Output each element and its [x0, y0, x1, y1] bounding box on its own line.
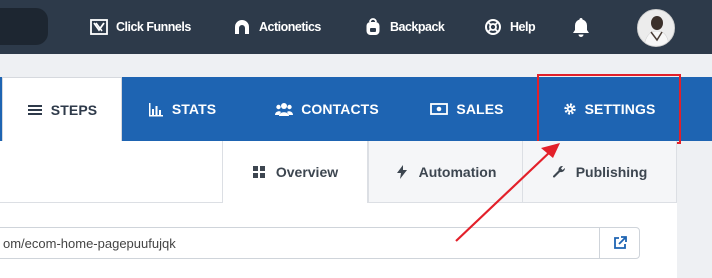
- tab-contacts[interactable]: CONTACTS: [252, 77, 402, 141]
- subtab-label: Automation: [418, 163, 497, 180]
- nav-label: Click Funnels: [116, 20, 191, 34]
- user-avatar[interactable]: [637, 9, 675, 47]
- tab-label: SALES: [456, 101, 504, 117]
- lifebuoy-icon: [485, 19, 501, 35]
- funnel-url-text: om/ecom-home-pagepuufujqk: [3, 235, 176, 251]
- funnel-url-field[interactable]: om/ecom-home-pagepuufujqk: [0, 227, 600, 259]
- tab-label: STEPS: [50, 101, 98, 118]
- money-icon: [430, 103, 449, 115]
- subtab-overview[interactable]: Overview: [222, 141, 368, 203]
- search-box[interactable]: [0, 8, 48, 45]
- nav-actionetics[interactable]: Actionetics: [233, 0, 321, 54]
- external-link-icon: [613, 236, 627, 249]
- tab-label: CONTACTS: [301, 101, 379, 117]
- nav-label: Backpack: [390, 20, 445, 34]
- nav-label: Actionetics: [259, 20, 321, 34]
- clickfunnels-logo-icon: [90, 19, 108, 35]
- avatar-image: [638, 10, 674, 46]
- tab-sales[interactable]: SALES: [412, 77, 522, 141]
- bell-icon[interactable]: [570, 16, 592, 38]
- nav-click-funnels[interactable]: Click Funnels: [90, 0, 191, 54]
- nav-label: Help: [510, 20, 536, 34]
- open-url-button[interactable]: [599, 227, 640, 259]
- highlight-box: [537, 74, 681, 144]
- nav-backpack[interactable]: Backpack: [364, 0, 445, 54]
- subtab-publishing[interactable]: Publishing: [522, 141, 677, 203]
- tab-steps[interactable]: STEPS: [2, 77, 122, 141]
- bar-chart-icon: [148, 103, 163, 117]
- backpack-icon: [366, 18, 380, 35]
- tab-label: STATS: [171, 101, 217, 117]
- actionetics-icon: [235, 20, 249, 34]
- menu-icon: [27, 104, 42, 115]
- wrench-icon: [552, 165, 565, 178]
- bolt-icon: [396, 164, 407, 179]
- subtab-divider: [0, 202, 222, 203]
- grid-icon: [252, 166, 265, 178]
- subtab-label: Publishing: [575, 163, 648, 180]
- subtab-label: Overview: [275, 164, 339, 180]
- tab-stats[interactable]: STATS: [122, 77, 242, 141]
- users-icon: [275, 103, 294, 116]
- nav-help[interactable]: Help: [484, 0, 536, 54]
- subtab-automation[interactable]: Automation: [368, 141, 522, 203]
